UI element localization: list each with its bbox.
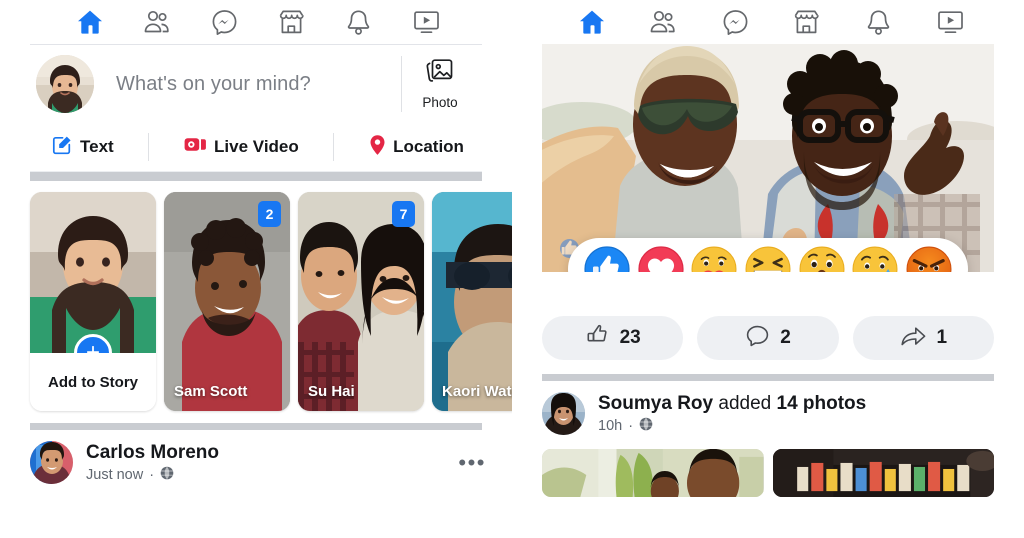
nav-messenger-button-right[interactable] bbox=[716, 7, 754, 37]
more-options-icon[interactable]: ••• bbox=[458, 451, 486, 474]
thumbs-up-icon bbox=[585, 323, 610, 353]
post-composer: What's on your mind? Photo Text Live Vid… bbox=[30, 44, 482, 172]
nav-marketplace-button-right[interactable] bbox=[788, 7, 826, 37]
reaction-wow-button[interactable] bbox=[799, 246, 845, 272]
reaction-love-button[interactable] bbox=[638, 246, 684, 272]
post-header-carlos: Carlos Moreno Just now · ••• bbox=[0, 430, 512, 490]
story-card-su-hai[interactable]: 7 Su Hai bbox=[298, 192, 424, 411]
story-label-su-hai: Su Hai bbox=[308, 383, 355, 401]
story-badge-count: 2 bbox=[258, 201, 281, 227]
composer-photo-button[interactable]: Photo bbox=[402, 58, 478, 110]
reaction-care-button[interactable] bbox=[691, 246, 737, 272]
post-meta: Carlos Moreno Just now · bbox=[86, 441, 445, 484]
user-avatar[interactable] bbox=[36, 55, 94, 113]
story-card-sam-scott[interactable]: 2 Sam Scott bbox=[164, 192, 290, 411]
left-panel: What's on your mind? Photo Text Live Vid… bbox=[0, 0, 512, 538]
section-divider-top bbox=[30, 172, 482, 181]
story-label-sam-scott: Sam Scott bbox=[174, 383, 248, 401]
composer-divider-1 bbox=[148, 133, 150, 161]
post-subtitle-soumya: 10h · bbox=[598, 417, 998, 435]
composer-input-row: What's on your mind? Photo bbox=[30, 45, 482, 123]
like-button[interactable]: 23 bbox=[542, 316, 684, 360]
post-author-name[interactable]: Carlos Moreno bbox=[86, 441, 445, 464]
grid-photo-2[interactable] bbox=[772, 449, 994, 498]
story-badge-count: 7 bbox=[392, 201, 415, 227]
post-author-line: Soumya Roy added 14 photos bbox=[598, 392, 998, 415]
post-header-soumya: Soumya Roy added 14 photos 10h · bbox=[512, 381, 1024, 441]
grid-photo-1[interactable] bbox=[542, 449, 764, 498]
photo-button-label: Photo bbox=[422, 95, 458, 110]
post-meta-soumya: Soumya Roy added 14 photos 10h · bbox=[598, 392, 998, 435]
post-author-avatar[interactable] bbox=[30, 441, 73, 485]
composer-wrapper: What's on your mind? Photo Text Live Vid… bbox=[0, 44, 512, 172]
reaction-picker-bar[interactable] bbox=[568, 238, 968, 272]
reaction-haha-button[interactable] bbox=[745, 246, 791, 272]
story-thumbnail bbox=[30, 192, 156, 353]
story-label-kaori: Kaori Wata bbox=[442, 383, 512, 401]
share-count: 1 bbox=[936, 327, 948, 348]
post-object-text[interactable]: 14 photos bbox=[777, 393, 867, 414]
post-separator-soumya: · bbox=[628, 418, 634, 435]
share-button[interactable]: 1 bbox=[852, 316, 994, 360]
post-photo-grid bbox=[512, 441, 1024, 498]
story-thumbnail bbox=[432, 192, 512, 411]
nav-marketplace-button[interactable] bbox=[273, 7, 311, 37]
reaction-sad-button[interactable] bbox=[852, 246, 898, 272]
nav-watch-button[interactable] bbox=[407, 7, 445, 37]
reaction-like-button[interactable] bbox=[584, 246, 630, 272]
post-author-avatar-soumya[interactable] bbox=[542, 392, 585, 436]
post-separator: · bbox=[149, 467, 155, 484]
text-compose-icon bbox=[52, 134, 73, 160]
composer-live-video-button[interactable]: Live Video bbox=[184, 136, 299, 158]
composer-input[interactable]: What's on your mind? bbox=[94, 73, 397, 96]
nav-watch-button-right[interactable] bbox=[931, 7, 969, 37]
top-navigation-bar bbox=[0, 0, 512, 44]
post-photo-friends[interactable]: Cameron Green and 3 others bbox=[542, 44, 994, 272]
post-action-text: added bbox=[718, 393, 772, 414]
nav-home-button-right[interactable] bbox=[573, 7, 611, 37]
post-action-bar: 23 2 1 bbox=[512, 272, 1024, 360]
nav-notifications-button[interactable] bbox=[340, 7, 378, 37]
comment-bubble-icon bbox=[745, 324, 770, 353]
comment-button[interactable]: 2 bbox=[697, 316, 839, 360]
composer-location-label: Location bbox=[393, 137, 464, 156]
nav-home-button[interactable] bbox=[71, 7, 109, 37]
like-count: 23 bbox=[619, 327, 641, 348]
story-label-add: Add to Story bbox=[48, 373, 138, 391]
composer-location-button[interactable]: Location bbox=[369, 134, 464, 161]
post-subtitle: Just now · bbox=[86, 466, 445, 484]
app-screenshot: What's on your mind? Photo Text Live Vid… bbox=[0, 0, 1024, 538]
composer-text-button[interactable]: Text bbox=[52, 134, 114, 160]
top-navigation-bar-right bbox=[512, 0, 1024, 44]
live-video-icon bbox=[184, 136, 207, 158]
stories-tray[interactable]: + Add to Story bbox=[0, 181, 512, 423]
post-timestamp-soumya: 10h bbox=[598, 418, 623, 435]
nav-friends-button[interactable] bbox=[138, 7, 176, 37]
globe-icon bbox=[160, 466, 174, 484]
post-author-name-soumya[interactable]: Soumya Roy bbox=[598, 393, 713, 414]
composer-text-label: Text bbox=[80, 137, 114, 156]
nav-messenger-button[interactable] bbox=[205, 7, 243, 37]
composer-live-video-label: Live Video bbox=[214, 137, 299, 156]
nav-friends-button-right[interactable] bbox=[644, 7, 682, 37]
story-card-kaori-watanabe[interactable]: Kaori Wata bbox=[432, 192, 512, 411]
section-divider-bottom bbox=[30, 423, 482, 430]
post-timestamp: Just now bbox=[86, 467, 144, 484]
story-card-footer: Add to Story bbox=[30, 353, 156, 411]
globe-icon bbox=[639, 417, 653, 435]
share-arrow-icon bbox=[900, 324, 927, 353]
location-pin-icon bbox=[369, 134, 386, 161]
section-divider-right bbox=[542, 374, 994, 381]
composer-divider-2 bbox=[333, 133, 335, 161]
nav-notifications-button-right[interactable] bbox=[859, 7, 897, 37]
photo-icon bbox=[425, 58, 455, 91]
story-card-add-to-story[interactable]: + Add to Story bbox=[30, 192, 156, 411]
comment-count: 2 bbox=[780, 327, 791, 348]
right-panel: Cameron Green and 3 others bbox=[512, 0, 1024, 538]
reaction-angry-button[interactable] bbox=[906, 246, 952, 272]
composer-action-row: Text Live Video Location bbox=[30, 123, 482, 171]
